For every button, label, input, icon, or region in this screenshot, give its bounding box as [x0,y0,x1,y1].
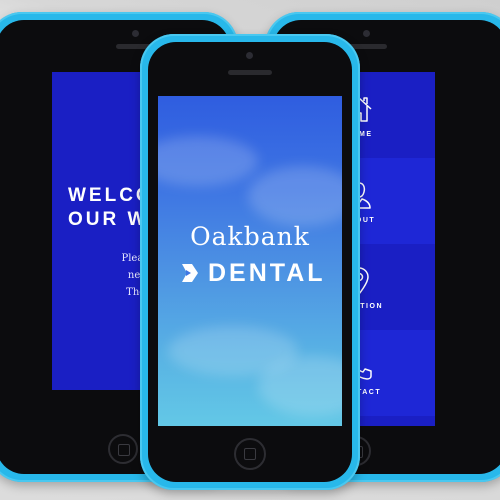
cloud [248,166,342,226]
front-camera [363,30,370,37]
front-camera [246,52,253,59]
phone-center: Oakbank DENTAL [140,34,360,490]
splash-screen: Oakbank DENTAL [158,96,342,426]
earpiece-speaker [228,70,272,75]
brand-subtitle: DENTAL [180,256,326,290]
home-button[interactable] [108,434,138,464]
front-camera [132,30,139,37]
arrow-play-icon [182,264,198,282]
cloud [158,136,258,186]
brand-wordmark: DENTAL [208,258,326,287]
brand-name: Oakbank [190,222,310,251]
home-button[interactable] [234,438,266,470]
